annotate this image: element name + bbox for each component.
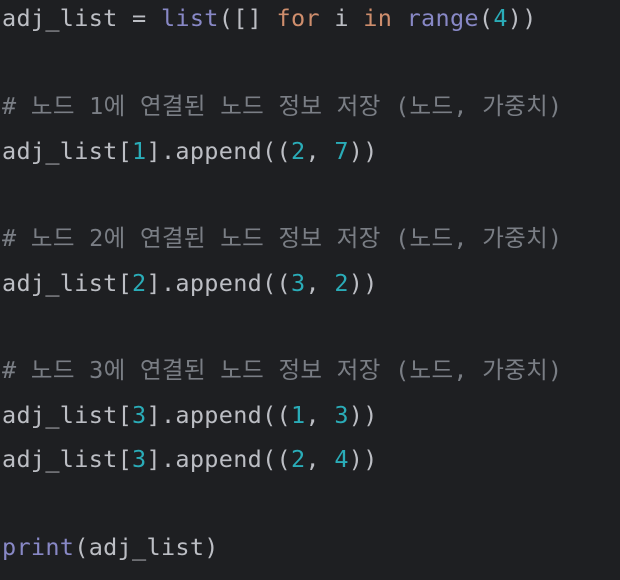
code-token-builtin: list <box>160 4 219 32</box>
code-token-plain: )) <box>348 269 378 297</box>
code-line-4-comment[interactable]: # 노드 2에 연결된 노드 정보 저장 (노드, 가중치) <box>2 220 562 256</box>
code-token-number: 3 <box>132 445 147 473</box>
code-line-1[interactable]: adj_list = list([] for i in range(4)) <box>2 0 537 36</box>
code-token-number: 2 <box>290 137 306 165</box>
code-token-plain: )) <box>348 401 378 429</box>
code-token-plain: )) <box>348 445 378 473</box>
code-token-number: 3 <box>290 269 306 297</box>
code-line-5[interactable]: adj_list[2].append((3, 2)) <box>2 265 378 301</box>
code-token-plain: (adj_list) <box>74 533 219 561</box>
code-token-plain: ( <box>478 4 494 32</box>
code-token-plain: ([] <box>218 4 277 32</box>
code-token-number: 4 <box>493 4 508 32</box>
code-token-comment: # 노드 2에 연결된 노드 정보 저장 (노드, 가중치) <box>2 224 563 252</box>
code-line-2-comment[interactable]: # 노드 1에 연결된 노드 정보 저장 (노드, 가중치) <box>2 88 562 124</box>
code-token-builtin: print <box>2 533 75 561</box>
code-token-plain: )) <box>507 4 537 32</box>
code-token-keyword: for <box>276 4 320 32</box>
code-token-number: 2 <box>132 269 147 297</box>
code-token-number: 3 <box>132 401 147 429</box>
code-token-plain: adj_list = <box>2 4 161 32</box>
code-token-plain: ].append(( <box>146 401 291 429</box>
code-token-plain: adj_list[ <box>2 445 133 473</box>
code-token-plain: )) <box>348 137 378 165</box>
code-token-number: 2 <box>334 269 349 297</box>
code-token-number: 1 <box>290 401 306 429</box>
code-line-8[interactable]: adj_list[3].append((2, 4)) <box>2 441 378 477</box>
code-token-number: 3 <box>334 401 349 429</box>
code-token-plain: , <box>305 401 335 429</box>
code-line-7[interactable]: adj_list[3].append((1, 3)) <box>2 397 378 433</box>
code-editor[interactable]: adj_list = list([] for i in range(4)) # … <box>0 0 620 580</box>
code-token-number: 4 <box>334 445 349 473</box>
code-token-comment: # 노드 1에 연결된 노드 정보 저장 (노드, 가중치) <box>2 92 563 120</box>
code-token-plain: , <box>305 137 335 165</box>
code-token-plain: , <box>305 445 335 473</box>
code-line-3[interactable]: adj_list[1].append((2, 7)) <box>2 133 378 169</box>
code-token-plain: i <box>319 4 364 32</box>
code-line-9[interactable]: print(adj_list) <box>2 529 219 565</box>
code-token-plain: adj_list[ <box>2 401 133 429</box>
code-token-plain: ].append(( <box>146 137 291 165</box>
code-token-plain: ].append(( <box>146 445 291 473</box>
code-token-comment: # 노드 3에 연결된 노드 정보 저장 (노드, 가중치) <box>2 356 563 384</box>
code-token-plain: , <box>305 269 335 297</box>
code-token-keyword: in <box>363 4 393 32</box>
code-token-number: 7 <box>334 137 349 165</box>
code-token-plain: adj_list[ <box>2 137 133 165</box>
code-token-number: 2 <box>290 445 306 473</box>
code-token-builtin: range <box>406 4 479 32</box>
code-token-plain: adj_list[ <box>2 269 133 297</box>
code-token-number: 1 <box>132 137 147 165</box>
code-line-6-comment[interactable]: # 노드 3에 연결된 노드 정보 저장 (노드, 가중치) <box>2 352 562 388</box>
code-token-plain: ].append(( <box>146 269 291 297</box>
